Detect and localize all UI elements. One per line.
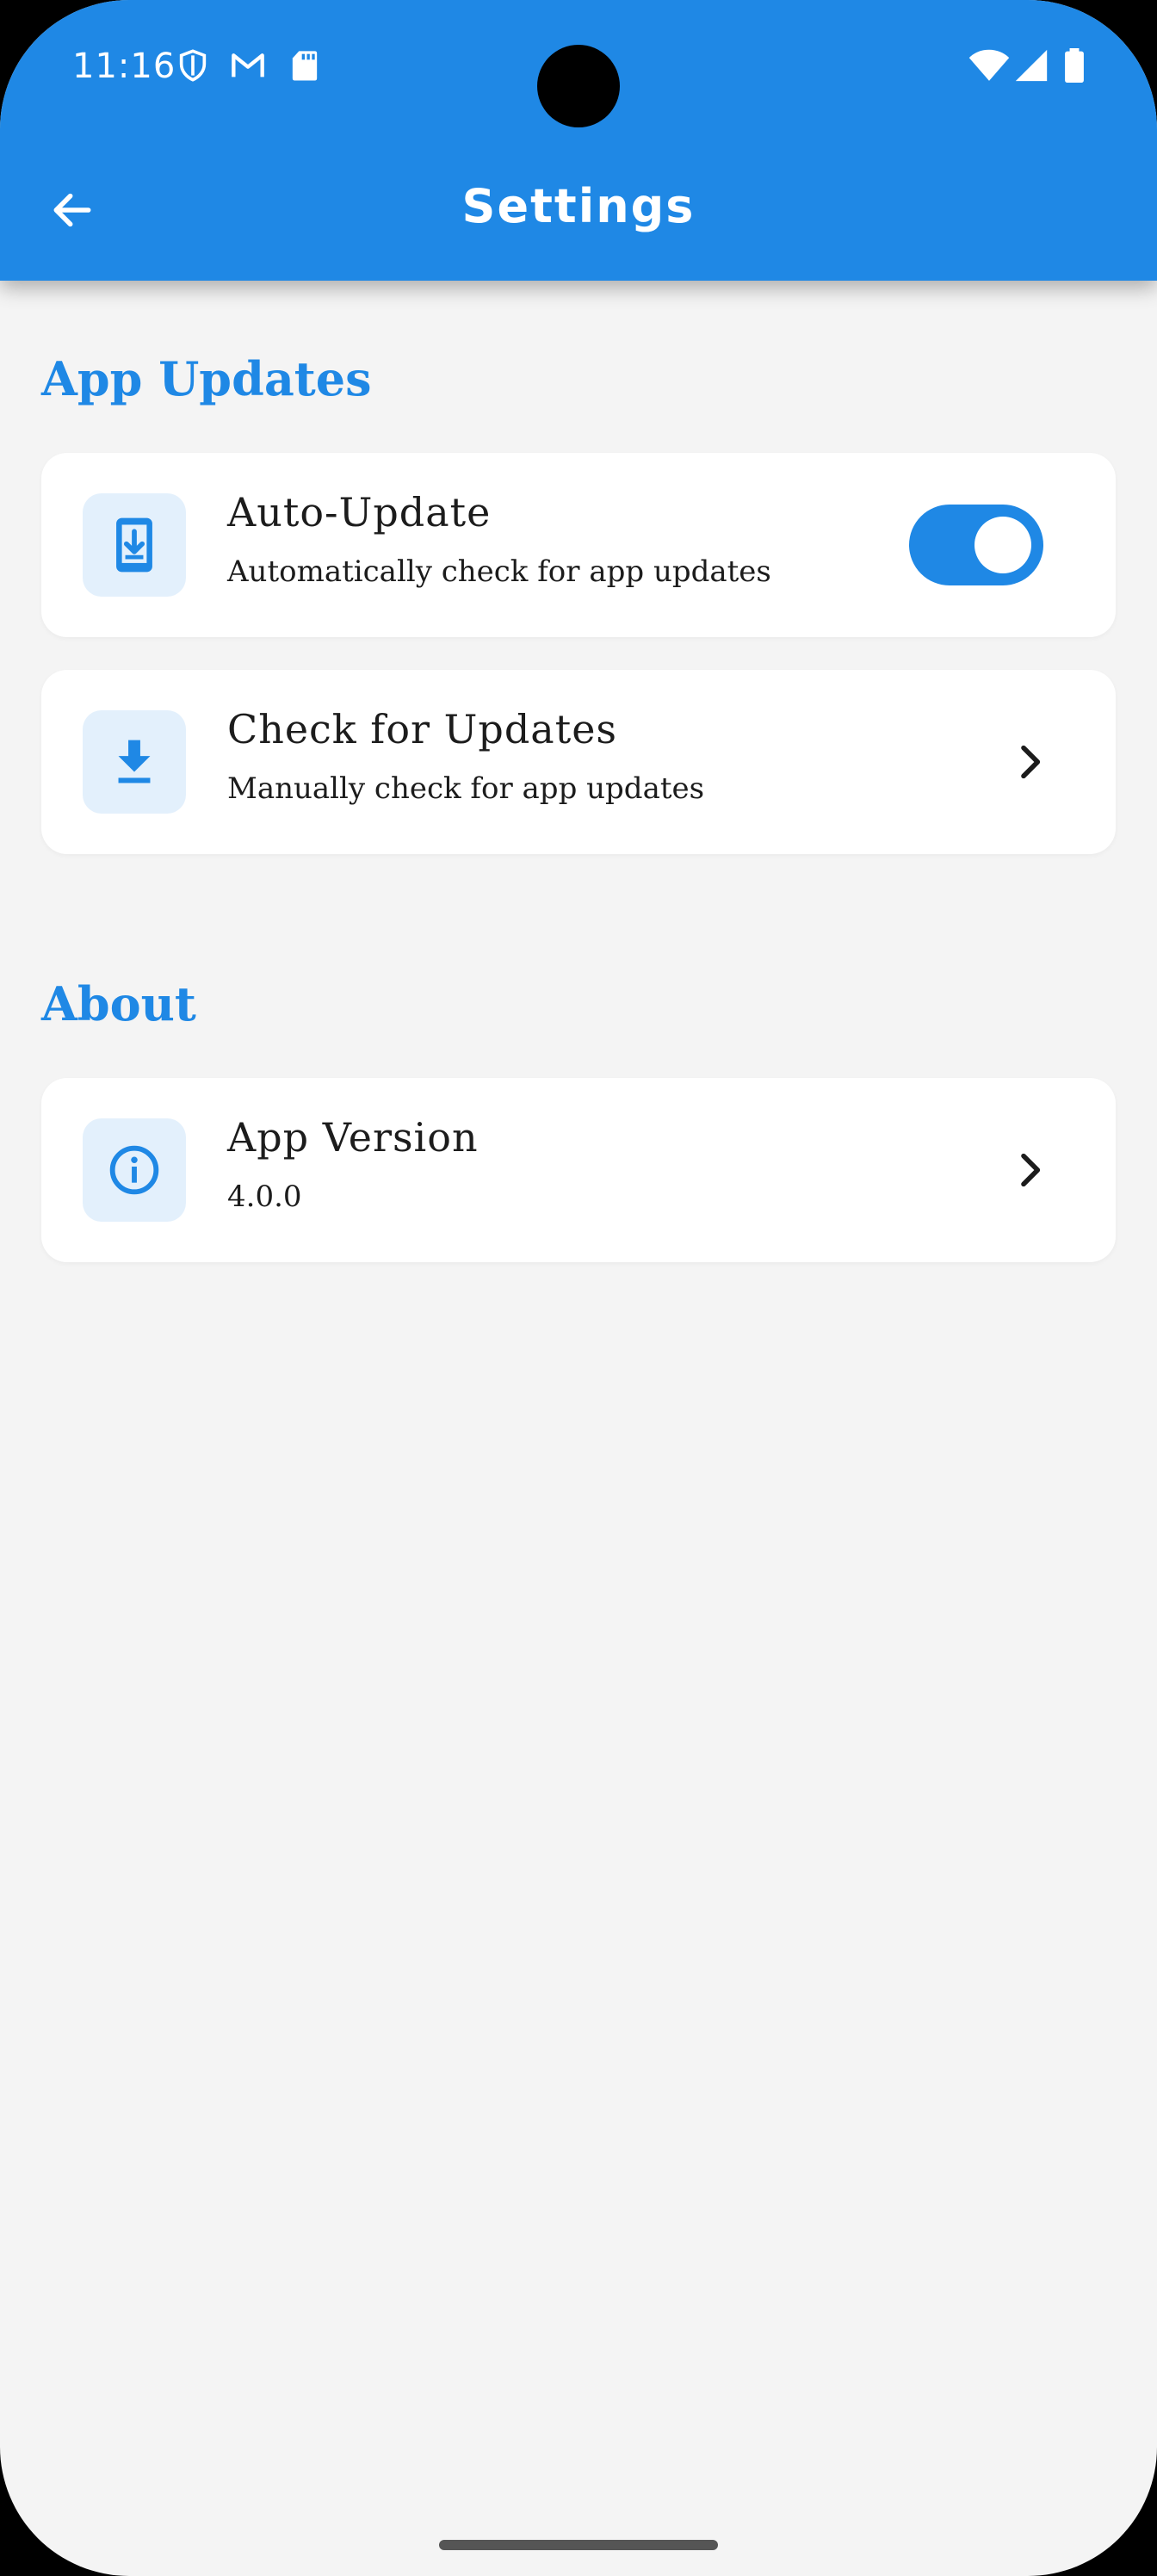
sd-card-icon <box>289 48 324 83</box>
auto-update-title: Auto-Update <box>227 489 492 536</box>
section-title-app-updates: App Updates <box>41 351 372 406</box>
info-icon <box>83 1118 186 1222</box>
phone-download-icon <box>83 493 186 597</box>
signal-icon <box>1014 48 1049 83</box>
app-bar: 11:16 Settings <box>0 0 1157 281</box>
section-title-about: About <box>41 976 196 1031</box>
chevron-right-icon <box>1005 1146 1054 1194</box>
status-time: 11:16 <box>72 46 176 86</box>
app-version-value: 4.0.0 <box>227 1180 302 1214</box>
auto-update-toggle[interactable] <box>909 505 1043 585</box>
screen: 11:16 Settings App Updates Auto-Update A… <box>0 0 1157 2576</box>
app-version-setting[interactable]: App Version 4.0.0 <box>41 1078 1116 1262</box>
app-version-title: App Version <box>227 1114 479 1161</box>
check-for-updates-setting[interactable]: Check for Updates Manually check for app… <box>41 670 1116 854</box>
toggle-knob <box>974 517 1031 573</box>
download-icon <box>83 710 186 814</box>
auto-update-subtitle: Automatically check for app updates <box>227 554 771 589</box>
check-for-updates-title: Check for Updates <box>227 706 618 752</box>
gmail-icon <box>229 48 264 83</box>
wifi-icon <box>968 48 1011 83</box>
camera-cutout <box>537 45 620 127</box>
battery-icon <box>1062 48 1086 83</box>
check-for-updates-subtitle: Manually check for app updates <box>227 771 705 806</box>
home-indicator[interactable] <box>439 2540 718 2550</box>
auto-update-setting[interactable]: Auto-Update Automatically check for app … <box>41 453 1116 637</box>
page-title: Settings <box>461 179 696 233</box>
shield-icon <box>176 48 210 83</box>
chevron-right-icon <box>1005 738 1054 786</box>
